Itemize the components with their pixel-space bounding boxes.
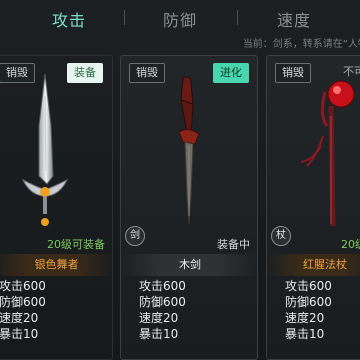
weapon-stats: 攻击600 防御600 速度20 暴击10 [0,278,46,342]
crimson-blade-icon [178,76,200,225]
stat-crit: 暴击10 [285,327,325,341]
silver-sword-icon [21,73,69,226]
weapon-name: 红腥法杖 [267,254,360,276]
weapon-tabs: 攻击 防御 速度 [0,0,360,36]
weapon-name: 银色舞者 [0,254,112,276]
stat-crit: 暴击10 [0,327,39,341]
tab-speed[interactable]: 速度 [277,7,311,31]
red-orb-staff-icon [300,80,355,227]
stat-speed: 速度20 [0,311,39,325]
tab-divider [237,10,238,25]
stat-defense: 防御600 [285,295,332,309]
stat-attack: 攻击600 [0,279,46,293]
stat-defense: 防御600 [139,295,186,309]
weapon-name: 木剑 [121,254,257,276]
weapon-stats: 攻击600 防御600 速度20 暴击10 [139,278,186,342]
stat-crit: 暴击10 [139,327,179,341]
weapon-stats: 攻击600 防御600 速度20 暴击10 [285,278,332,342]
weapon-card-crimson-staff[interactable]: 销毁 不可 杖 20级 红腥法杖 攻击600 防御600 速度20 暴击10 [266,55,360,360]
weapon-card-wooden-sword[interactable]: 销毁 进化 剑 装备中 木剑 攻击600 防御600 速度20 暴击10 [120,55,258,360]
tab-divider [124,10,125,25]
equip-level-status: 20级可装备 [47,238,105,251]
current-class-hint: 当前：剑系，转系请在“人物 [242,39,360,50]
tab-attack[interactable]: 攻击 [52,7,86,31]
equip-level-status: 20级 [341,238,360,251]
tab-defense[interactable]: 防御 [163,7,197,31]
equipped-status: 装备中 [217,238,250,251]
stat-defense: 防御600 [0,295,46,309]
stat-speed: 速度20 [139,311,179,325]
stat-attack: 攻击600 [139,279,186,293]
stat-attack: 攻击600 [285,279,332,293]
stat-speed: 速度20 [285,311,325,325]
sword-type-icon: 剑 [125,226,145,246]
staff-type-icon: 杖 [271,226,291,246]
weapon-card-silver-dancer[interactable]: 销毁 装备 20级可装备 银色舞者 攻击600 防御600 速度20 暴击10 [0,55,113,360]
